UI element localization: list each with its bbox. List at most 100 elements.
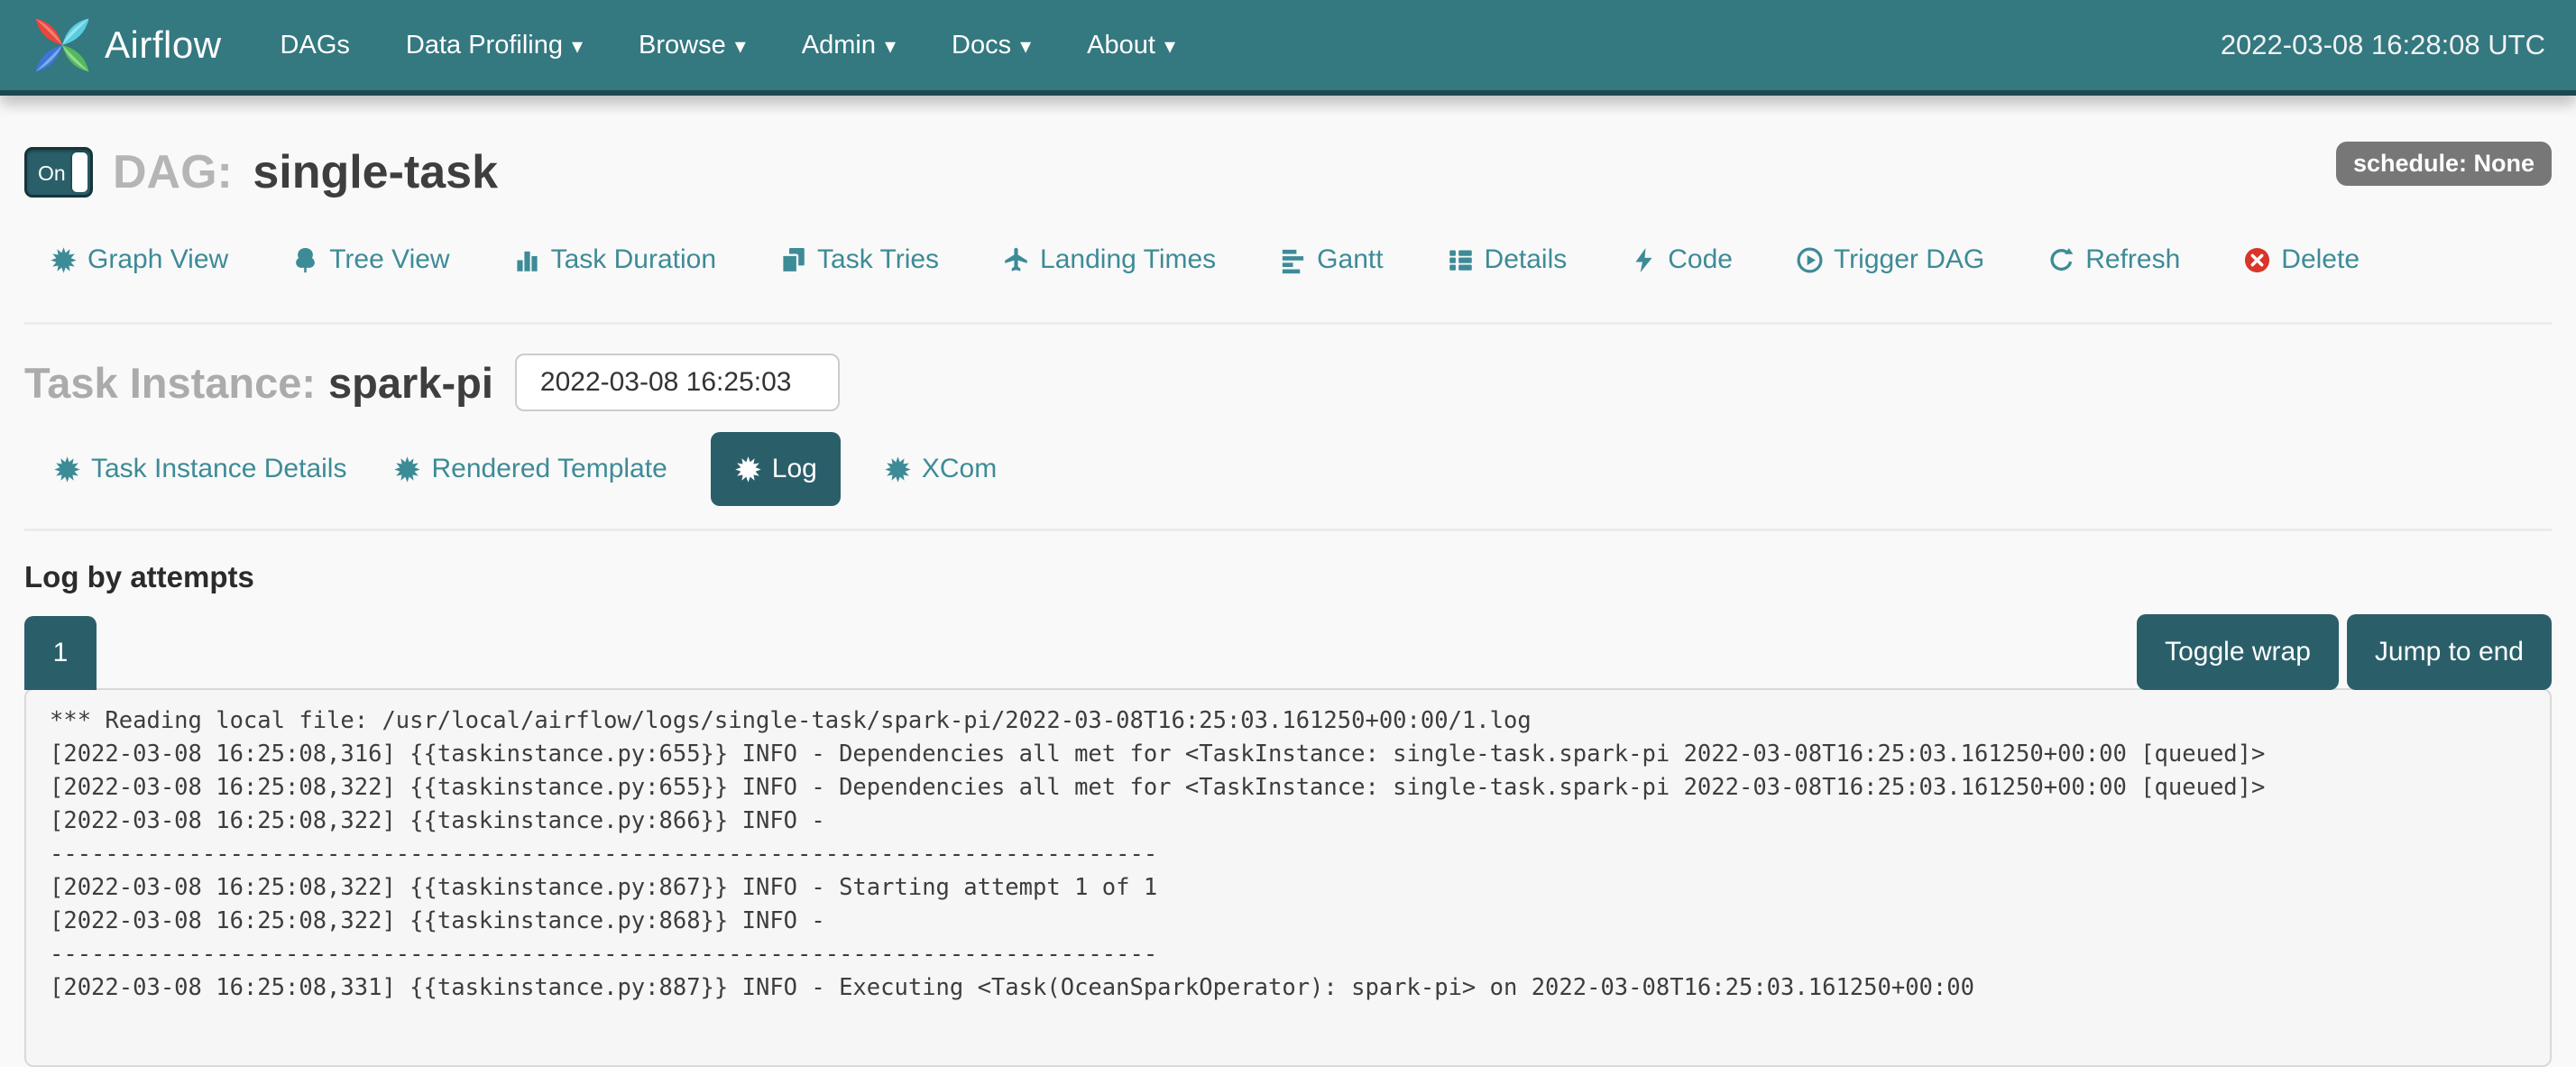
log-line: [2022-03-08 16:25:08,322] {{taskinstance… [50, 805, 2526, 838]
tab-label: Log [772, 454, 817, 484]
nav-item-data-profiling[interactable]: Data Profiling ▾ [378, 0, 611, 90]
execution-date-input[interactable] [515, 354, 840, 411]
tab-tree-view[interactable]: Tree View [291, 244, 449, 275]
tab-label: Graph View [87, 244, 228, 275]
tab-label: Refresh [2085, 244, 2180, 275]
caret-down-icon: ▾ [572, 36, 583, 58]
list-icon [1447, 246, 1475, 274]
tab-graph-view[interactable]: Graph View [50, 244, 228, 275]
navbar-menu: DAGs Data Profiling ▾ Browse ▾ Admin ▾ D… [253, 0, 1203, 90]
nav-item-label: About [1087, 31, 1155, 60]
toggle-knob [72, 152, 87, 192]
page-title: DAG: single-task [113, 145, 498, 199]
tab-rendered-template[interactable]: Rendered Template [390, 454, 670, 484]
tab-label: Tree View [329, 244, 449, 275]
nav-item-browse[interactable]: Browse ▾ [611, 0, 774, 90]
airflow-brand[interactable]: Airflow [25, 8, 222, 82]
dag-name: single-task [253, 146, 498, 198]
brand-name: Airflow [105, 23, 222, 67]
caret-down-icon: ▾ [735, 36, 746, 58]
task-name: spark-pi [328, 358, 493, 408]
tab-trigger-dag[interactable]: Trigger DAG [1796, 244, 1984, 275]
tab-label: Code [1668, 244, 1733, 275]
caret-down-icon: ▾ [1020, 36, 1031, 58]
bar-chart-icon [513, 246, 541, 274]
refresh-icon [2047, 246, 2075, 274]
toggle-wrap-button[interactable]: Toggle wrap [2137, 614, 2339, 690]
divider [24, 322, 2552, 325]
utc-clock: 2022-03-08 16:28:08 UTC [2221, 29, 2551, 61]
nav-item-label: Docs [952, 31, 1011, 60]
tab-task-tries[interactable]: Task Tries [779, 244, 939, 275]
tab-label: Details [1485, 244, 1568, 275]
log-line: ----------------------------------------… [50, 938, 2526, 971]
burst-icon [393, 455, 421, 483]
nav-item-label: DAGs [281, 31, 350, 60]
plane-icon [1002, 246, 1030, 274]
nav-item-label: Admin [802, 31, 876, 60]
log-line: ----------------------------------------… [50, 838, 2526, 871]
log-actions: Toggle wrap Jump to end [2137, 614, 2552, 690]
burst-icon [53, 455, 81, 483]
tab-label: Task Instance Details [91, 454, 346, 484]
dag-pause-toggle[interactable]: On [24, 147, 93, 198]
burst-icon [50, 246, 78, 274]
airflow-logo-icon [25, 8, 99, 82]
duplicate-icon [779, 246, 807, 274]
tab-details[interactable]: Details [1447, 244, 1568, 275]
attempt-1-tab[interactable]: 1 [24, 616, 97, 690]
tab-xcom[interactable]: XCom [880, 454, 1000, 484]
tab-label: Task Tries [817, 244, 939, 275]
bolt-icon [1630, 246, 1658, 274]
tab-log[interactable]: Log [711, 432, 841, 506]
log-line: [2022-03-08 16:25:08,322] {{taskinstance… [50, 871, 2526, 905]
caret-down-icon: ▾ [885, 36, 896, 58]
tab-refresh[interactable]: Refresh [2047, 244, 2180, 275]
task-instance-row: Task Instance: spark-pi [24, 354, 2552, 411]
log-line: [2022-03-08 16:25:08,322] {{taskinstance… [50, 905, 2526, 938]
divider [24, 529, 2552, 531]
play-circle-icon [1796, 246, 1824, 274]
remove-circle-icon [2243, 246, 2271, 274]
tab-label: Landing Times [1040, 244, 1216, 275]
task-instance-label: Task Instance: [24, 358, 316, 408]
jump-to-end-button[interactable]: Jump to end [2347, 614, 2552, 690]
nav-item-dags[interactable]: DAGs [253, 0, 378, 90]
tab-label: Rendered Template [431, 454, 667, 484]
nav-item-label: Browse [639, 31, 726, 60]
log-output[interactable]: *** Reading local file: /usr/local/airfl… [24, 688, 2552, 1067]
caret-down-icon: ▾ [1164, 36, 1175, 58]
log-line: [2022-03-08 16:25:08,316] {{taskinstance… [50, 738, 2526, 771]
dag-title-prefix: DAG: [113, 146, 233, 198]
log-line: [2022-03-08 16:25:08,322] {{taskinstance… [50, 771, 2526, 805]
tab-label: Task Duration [551, 244, 716, 275]
nav-item-admin[interactable]: Admin ▾ [774, 0, 924, 90]
tab-gantt[interactable]: Gantt [1279, 244, 1383, 275]
task-instance-nav: Task Instance Details Rendered Template … [24, 432, 2552, 506]
tab-label: XCom [922, 454, 997, 484]
align-left-icon [1279, 246, 1307, 274]
burst-icon [734, 455, 762, 483]
log-line: *** Reading local file: /usr/local/airfl… [50, 704, 2526, 738]
tab-label: Gantt [1317, 244, 1383, 275]
attempt-row: 1 Toggle wrap Jump to end [24, 616, 2552, 690]
nav-item-label: Data Profiling [406, 31, 563, 60]
tab-label: Trigger DAG [1834, 244, 1984, 275]
tab-task-duration[interactable]: Task Duration [513, 244, 716, 275]
tree-icon [291, 246, 319, 274]
log-line: [2022-03-08 16:25:08,331] {{taskinstance… [50, 971, 2526, 1005]
dag-header: On DAG: single-task schedule: None [24, 145, 2552, 199]
tab-task-instance-details[interactable]: Task Instance Details [50, 454, 350, 484]
top-navbar: Airflow DAGs Data Profiling ▾ Browse ▾ A… [0, 0, 2576, 96]
dag-view-nav: Graph View Tree View Task Duration Task … [24, 244, 2552, 275]
tab-label: Delete [2281, 244, 2360, 275]
schedule-badge: schedule: None [2336, 142, 2552, 186]
log-section-heading: Log by attempts [24, 560, 2552, 594]
burst-icon [884, 455, 912, 483]
nav-item-docs[interactable]: Docs ▾ [924, 0, 1059, 90]
tab-delete[interactable]: Delete [2243, 244, 2360, 275]
nav-item-about[interactable]: About ▾ [1059, 0, 1203, 90]
tab-code[interactable]: Code [1630, 244, 1733, 275]
toggle-on-label: On [38, 161, 66, 186]
tab-landing-times[interactable]: Landing Times [1002, 244, 1216, 275]
